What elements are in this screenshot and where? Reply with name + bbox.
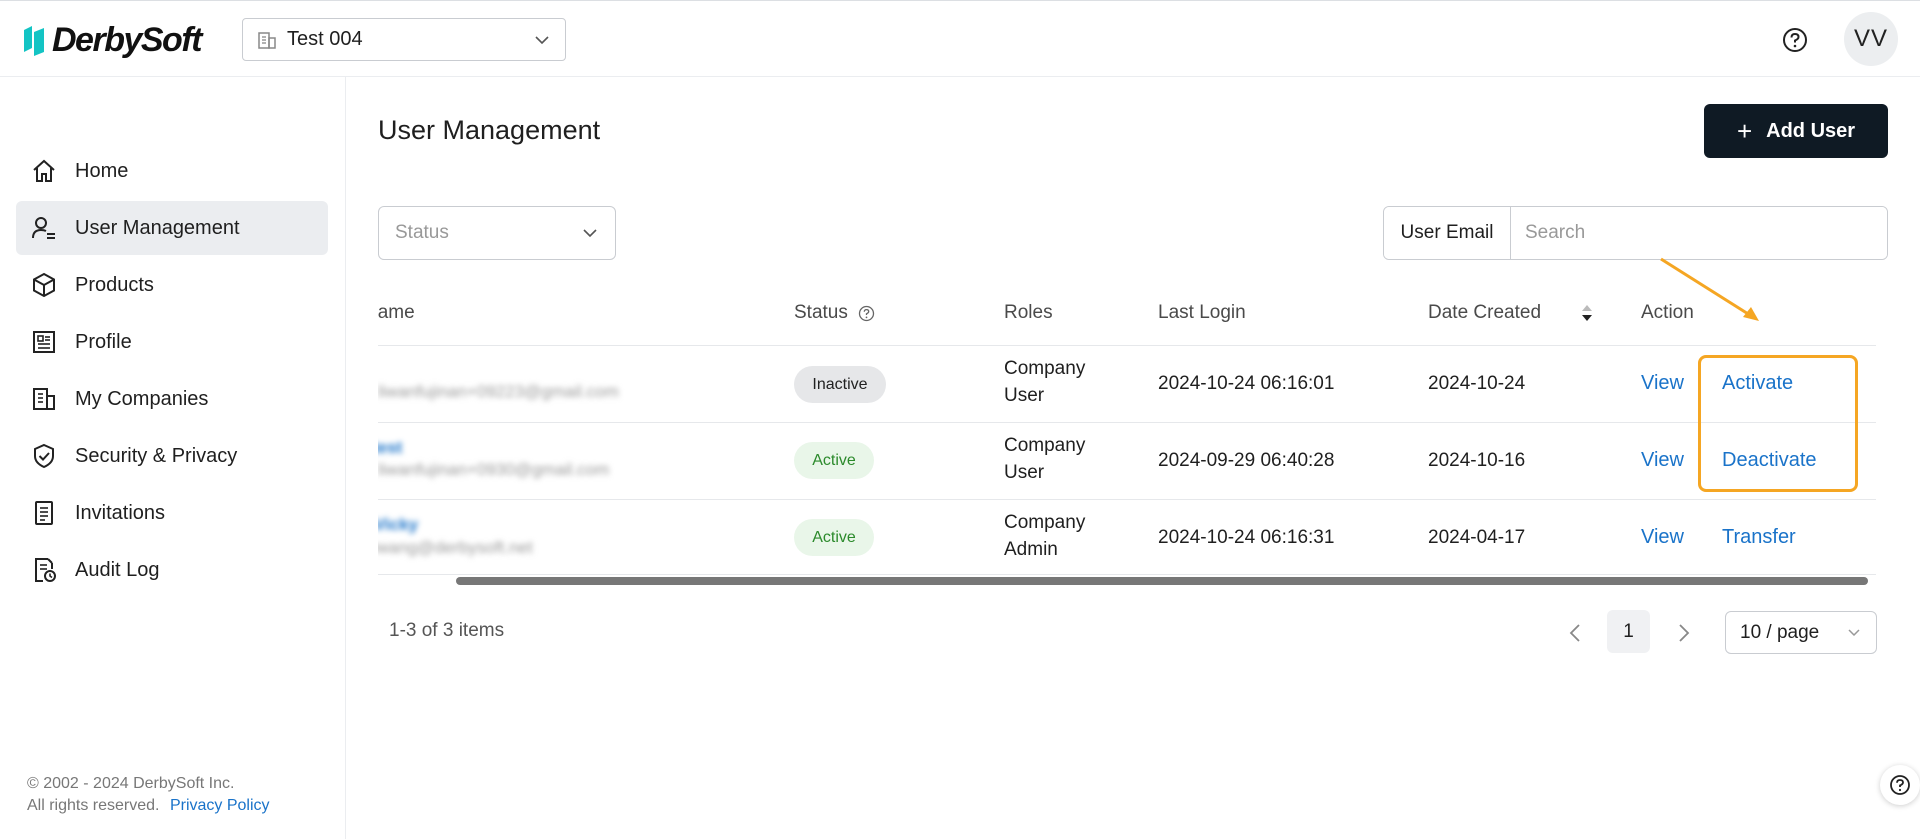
building-icon	[258, 31, 276, 49]
footer-rights: All rights reserved.	[27, 797, 160, 814]
top-header: DerbySoft Test 004 VV	[0, 0, 1920, 77]
page-title: User Management	[378, 115, 601, 145]
divider	[378, 574, 1876, 575]
sidebar-item-invitations[interactable]: Invitations	[16, 486, 328, 540]
sidebar-item-label: User Management	[75, 216, 240, 239]
activate-link[interactable]: Activate	[1722, 372, 1793, 395]
shield-check-icon	[34, 443, 54, 469]
user-list-icon	[32, 217, 55, 239]
deactivate-link[interactable]: Deactivate	[1722, 449, 1817, 472]
divider	[378, 422, 1876, 423]
plus-icon: +	[1736, 116, 1753, 146]
chevron-right-icon[interactable]	[1670, 620, 1696, 646]
users-table: Name Status Roles Last Login Date Create…	[378, 282, 1886, 590]
role-cell: Company User	[1004, 435, 1086, 483]
home-icon	[33, 159, 55, 182]
user-email: liwanfujinan+0930@gmail.com	[378, 460, 610, 479]
column-header-date-created[interactable]: Date Created	[1428, 302, 1593, 324]
page-size-value: 10 / page	[1740, 621, 1820, 643]
column-header-action: Action	[1641, 302, 1694, 323]
sidebar-item-label: Invitations	[75, 501, 166, 524]
last-login-cell: 2024-09-29 06:40:28	[1158, 450, 1335, 471]
chevron-down-icon	[1848, 628, 1860, 636]
logo-text: DerbySoft	[52, 21, 202, 59]
status-filter-placeholder: Status	[395, 222, 449, 243]
divider	[378, 345, 1876, 346]
date-created-cell: 2024-10-24	[1428, 373, 1526, 394]
footer-copyright: © 2002 - 2024 DerbySoft Inc.	[27, 775, 235, 792]
chevron-left-icon[interactable]	[1563, 620, 1589, 646]
sidebar-item-profile[interactable]: Profile	[16, 315, 328, 369]
sort-icon[interactable]	[1581, 303, 1593, 323]
question-circle-icon[interactable]	[858, 305, 875, 322]
sidebar-item-label: Products	[75, 273, 154, 296]
items-count: 1-3 of 3 items	[389, 620, 505, 641]
horizontal-scrollbar[interactable]	[456, 577, 1868, 585]
column-header-roles: Roles	[1004, 302, 1053, 323]
date-created-cell: 2024-10-16	[1428, 450, 1526, 471]
company-selector-value: Test 004	[287, 28, 363, 50]
sidebar-item-label: Home	[75, 159, 129, 182]
sidebar-item-security-privacy[interactable]: Security & Privacy	[16, 429, 328, 483]
audit-clock-icon	[35, 558, 56, 582]
last-login-cell: 2024-10-24 06:16:01	[1158, 373, 1335, 394]
derbysoft-logo[interactable]: DerbySoft	[22, 21, 202, 60]
sidebar-item-home[interactable]: Home	[16, 144, 328, 198]
user-email: liwanfujinan+09223@gmail.com	[378, 382, 619, 401]
sidebar: Home User Management Products Profile My…	[0, 77, 346, 839]
company-selector[interactable]: Test 004	[242, 18, 566, 61]
page-number-button[interactable]: 1	[1607, 610, 1650, 653]
sidebar-item-label: Profile	[75, 330, 132, 353]
logo-mark-icon	[22, 24, 46, 58]
sidebar-item-label: My Companies	[75, 387, 209, 410]
transfer-link[interactable]: Transfer	[1722, 526, 1796, 549]
search-field-label[interactable]: User Email	[1384, 207, 1511, 259]
footer-rights-line: All rights reserved. Privacy Policy	[27, 797, 270, 815]
sidebar-item-label: Audit Log	[75, 558, 160, 581]
user-email: vwang@derbysoft.net	[378, 538, 533, 557]
column-header-last-login: Last Login	[1158, 302, 1246, 323]
status-badge: Inactive	[794, 366, 886, 403]
page-size-select[interactable]: 10 / page	[1725, 611, 1877, 654]
column-header-name: Name	[378, 302, 415, 323]
role-cell: Company Admin	[1004, 512, 1086, 560]
cube-icon	[33, 272, 55, 298]
add-user-label: Add User	[1766, 119, 1856, 142]
sidebar-item-label: Security & Privacy	[75, 444, 238, 467]
sidebar-item-user-management[interactable]: User Management	[16, 201, 328, 255]
date-created-cell: 2024-04-17	[1428, 527, 1526, 548]
divider	[378, 499, 1876, 500]
last-login-cell: 2024-10-24 06:16:31	[1158, 527, 1335, 548]
help-icon[interactable]	[1782, 27, 1808, 53]
help-icon	[1890, 775, 1910, 795]
privacy-policy-link[interactable]: Privacy Policy	[170, 797, 270, 814]
floating-help-button[interactable]	[1880, 765, 1920, 805]
user-name: test	[378, 438, 403, 457]
user-email-search: User Email	[1383, 206, 1888, 260]
view-link[interactable]: View	[1641, 372, 1684, 395]
view-link[interactable]: View	[1641, 526, 1684, 549]
chevron-down-icon	[583, 229, 597, 238]
profile-card-icon	[33, 331, 55, 353]
status-badge: Active	[794, 519, 874, 556]
status-badge: Active	[794, 442, 874, 479]
sidebar-item-my-companies[interactable]: My Companies	[16, 372, 328, 426]
document-icon	[35, 501, 53, 525]
user-avatar[interactable]: VV	[1844, 12, 1898, 66]
search-input[interactable]	[1511, 207, 1887, 259]
sidebar-item-products[interactable]: Products	[16, 258, 328, 312]
role-cell: Company User	[1004, 358, 1086, 406]
view-link[interactable]: View	[1641, 449, 1684, 472]
add-user-button[interactable]: + Add User	[1704, 104, 1888, 158]
sidebar-item-audit-log[interactable]: Audit Log	[16, 543, 328, 597]
chevron-down-icon	[535, 35, 549, 44]
building-icon	[33, 388, 55, 410]
user-name: Vicky	[378, 515, 419, 534]
status-filter-select[interactable]: Status	[378, 206, 616, 260]
column-header-status: Status	[794, 302, 875, 324]
